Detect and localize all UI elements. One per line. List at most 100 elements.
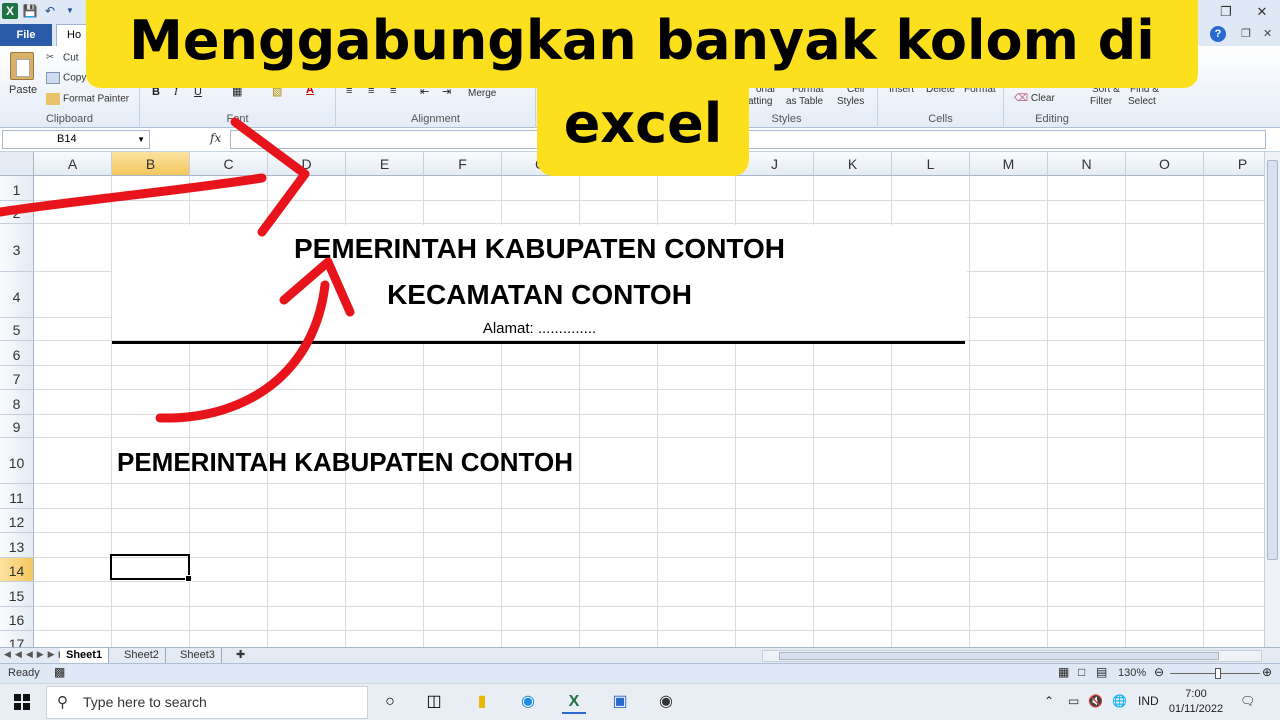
undo-icon[interactable]: ↶	[42, 3, 58, 19]
row-header-2[interactable]: 2	[0, 201, 34, 224]
merge-button[interactable]: Merge	[468, 88, 496, 99]
network-icon[interactable]: 🌐	[1112, 694, 1127, 708]
cut-button[interactable]: ✂ Cut	[46, 52, 79, 64]
gridline-horizontal	[34, 630, 1264, 631]
row-header-4[interactable]: 4	[0, 272, 34, 318]
find-select-button[interactable]: Select	[1128, 96, 1156, 107]
row-header-7[interactable]: 7	[0, 366, 34, 390]
name-box-dropdown-icon[interactable]: ▼	[137, 131, 145, 148]
column-header-d[interactable]: D	[268, 152, 346, 176]
sort-filter-button[interactable]: Filter	[1090, 96, 1112, 107]
zoom-in-icon[interactable]: ⊕	[1262, 665, 1272, 679]
tray-chevron-icon[interactable]: ⌃	[1044, 694, 1054, 708]
select-all-corner[interactable]	[0, 152, 34, 176]
row-header-17[interactable]: 17	[0, 631, 34, 647]
column-header-b[interactable]: B	[112, 152, 190, 176]
close-icon[interactable]: ✕	[1244, 0, 1280, 24]
column-header-f[interactable]: F	[424, 152, 502, 176]
macro-record-icon[interactable]: ▩	[54, 665, 65, 679]
scissors-icon: ✂	[46, 52, 55, 63]
taskbar-search[interactable]: ⚲ Type here to search	[46, 686, 368, 719]
row-header-3[interactable]: 3	[0, 224, 34, 272]
paste-icon[interactable]	[10, 52, 34, 80]
horizontal-scrollbar[interactable]	[762, 650, 1262, 662]
row-header-1[interactable]: 1	[0, 176, 34, 201]
sheet-tab-3[interactable]: Sheet3	[174, 648, 222, 664]
remote-desktop-icon[interactable]: ▣	[608, 690, 632, 714]
column-header-l[interactable]: L	[892, 152, 970, 176]
sheet-tab-2[interactable]: Sheet2	[118, 648, 166, 664]
edge-browser-icon[interactable]: ◉	[516, 690, 540, 714]
tab-file[interactable]: File	[0, 24, 52, 46]
language-indicator[interactable]: IND	[1138, 694, 1159, 708]
battery-icon[interactable]: ▭	[1068, 694, 1079, 708]
zoom-level[interactable]: 130%	[1118, 667, 1146, 679]
windows-start-icon[interactable]	[14, 694, 30, 710]
format-painter-button[interactable]: Format Painter	[46, 93, 129, 105]
task-view-icon[interactable]: ◫	[422, 690, 446, 714]
sheet-tab-1[interactable]: Sheet1	[60, 648, 110, 664]
close-workbook-icon[interactable]: ✕	[1263, 27, 1272, 40]
zoom-out-icon[interactable]: ⊖	[1154, 665, 1164, 679]
status-ready: Ready	[8, 667, 40, 679]
vertical-scroll-thumb[interactable]	[1267, 160, 1278, 560]
column-header-m[interactable]: M	[970, 152, 1048, 176]
insert-sheet-icon[interactable]: ✚	[230, 648, 251, 664]
cell-b10[interactable]: PEMERINTAH KABUPATEN CONTOH	[117, 447, 573, 478]
cell-styles-button[interactable]: Styles	[837, 96, 864, 107]
column-header-e[interactable]: E	[346, 152, 424, 176]
page-layout-icon[interactable]: □	[1078, 665, 1085, 679]
file-explorer-icon[interactable]: ▮	[470, 690, 494, 714]
page-break-icon[interactable]: ▤	[1096, 665, 1107, 679]
copy-icon	[46, 72, 60, 84]
column-header-k[interactable]: K	[814, 152, 892, 176]
row-header-12[interactable]: 12	[0, 509, 34, 533]
cells-group-label: Cells	[928, 113, 953, 125]
row-header-9[interactable]: 9	[0, 415, 34, 438]
name-box[interactable]: B14 ▼	[2, 130, 150, 149]
cell-b4-merged[interactable]: KECAMATAN CONTOH	[112, 271, 967, 317]
excel-taskbar-icon[interactable]: X	[562, 690, 586, 714]
row-header-8[interactable]: 8	[0, 390, 34, 415]
cell-b3-merged[interactable]: PEMERINTAH KABUPATEN CONTOH	[112, 225, 967, 271]
horizontal-scroll-thumb[interactable]	[779, 652, 1219, 660]
active-cell-b14[interactable]	[110, 554, 192, 582]
notifications-icon[interactable]: 🗨	[1240, 694, 1255, 708]
excel-logo-icon[interactable]: X	[2, 3, 18, 19]
column-header-p[interactable]: P	[1204, 152, 1264, 176]
column-header-c[interactable]: C	[190, 152, 268, 176]
row-header-5[interactable]: 5	[0, 318, 34, 341]
minimize-ribbon-icon[interactable]: ❐	[1241, 27, 1251, 40]
help-icon[interactable]: ?	[1210, 26, 1226, 42]
worksheet-grid[interactable]: ABCDEFGHIJKLMNOP 12345678910111213141516…	[0, 152, 1264, 647]
format-as-table-button[interactable]: as Table	[786, 96, 823, 107]
restore-icon[interactable]: ❐	[1208, 0, 1244, 24]
row-header-13[interactable]: 13	[0, 533, 34, 558]
column-header-n[interactable]: N	[1048, 152, 1126, 176]
column-header-o[interactable]: O	[1126, 152, 1204, 176]
copy-button[interactable]: Copy	[46, 72, 86, 84]
paste-button[interactable]: Paste	[9, 84, 37, 96]
row-header-14[interactable]: 14	[0, 558, 34, 582]
conditional-formatting-button[interactable]: atting	[748, 96, 772, 107]
save-icon[interactable]: 💾	[22, 3, 38, 19]
fx-icon[interactable]: fx	[210, 131, 221, 145]
system-clock[interactable]: 7:00 01/11/2022	[1166, 687, 1226, 717]
eraser-icon: ⌫	[1014, 93, 1029, 104]
row-header-11[interactable]: 11	[0, 484, 34, 509]
volume-muted-icon[interactable]: 🔇	[1088, 694, 1103, 708]
column-header-a[interactable]: A	[34, 152, 112, 176]
zoom-slider-knob[interactable]	[1215, 668, 1221, 679]
gridline-horizontal	[34, 365, 1264, 366]
clear-button[interactable]: ⌫ Clear	[1014, 93, 1055, 104]
row-header-16[interactable]: 16	[0, 607, 34, 631]
cell-b5-merged[interactable]: Alamat: ..............	[112, 317, 967, 340]
dropdown-icon[interactable]: ▼	[62, 3, 78, 19]
obs-icon[interactable]: ◉	[654, 690, 678, 714]
row-header-15[interactable]: 15	[0, 582, 34, 607]
cortana-icon[interactable]: ○	[378, 690, 402, 714]
vertical-scrollbar[interactable]	[1264, 152, 1280, 647]
normal-view-icon[interactable]: ▦	[1058, 665, 1069, 679]
row-header-6[interactable]: 6	[0, 341, 34, 366]
row-header-10[interactable]: 10	[0, 438, 34, 484]
